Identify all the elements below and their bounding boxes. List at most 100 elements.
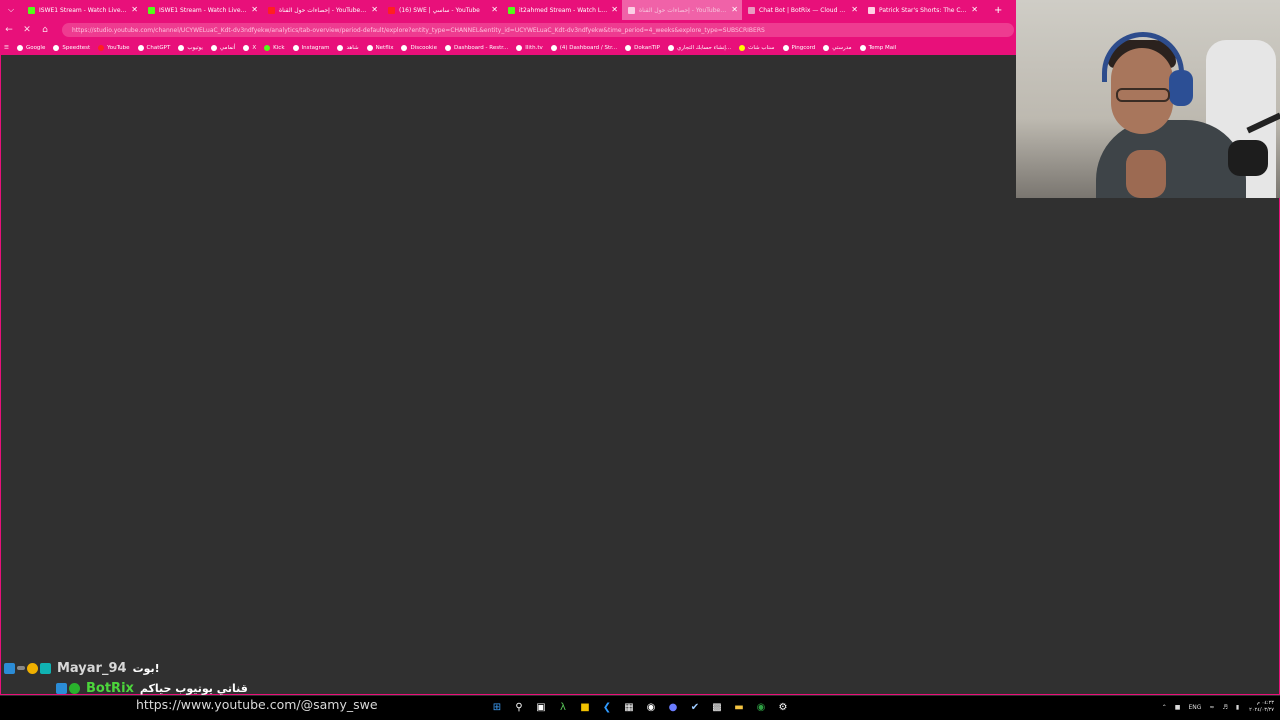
chrome-icon[interactable]: ◉ — [754, 700, 768, 714]
vscode-icon[interactable]: ❮ — [600, 700, 614, 714]
bookmark-label: يوتيوب — [187, 44, 203, 51]
bookmark-pingcord[interactable]: Pingcord — [782, 44, 815, 51]
settings-icon[interactable]: ⚙ — [776, 700, 790, 714]
chat-username: Mayar_94 — [57, 660, 127, 676]
tab-title: ISWE1 Stream - Watch Live on Kick — [39, 6, 128, 14]
tab-kick-3[interactable]: it2ahmed Stream - Watch Live on ✕ — [502, 0, 622, 20]
chat-message: BotRix قناتي يوتيوب حياكم — [4, 678, 404, 698]
netflix-icon — [366, 44, 373, 51]
google-icon — [16, 44, 23, 51]
bookmark-instagram[interactable]: Instagram — [292, 44, 330, 51]
tab-title: إحصاءات حول القناة - YouTube Studio — [279, 6, 368, 14]
bookmark-shahid[interactable]: شاهد — [337, 44, 359, 51]
bookmark-x[interactable]: X — [243, 44, 257, 51]
bookmark-kick[interactable]: Kick — [264, 44, 285, 51]
url-input[interactable]: https://studio.youtube.com/channel/UCYWE… — [62, 23, 1014, 37]
bookmark-dashboard-str[interactable]: (4) Dashboard / Str... — [550, 44, 618, 51]
bookmark-dokantip[interactable]: DokanTIP — [625, 44, 660, 51]
stop-loading-icon[interactable]: ✕ — [18, 25, 36, 35]
bookmark-speedtest[interactable]: Speedtest — [53, 44, 90, 51]
bookmark-label: Ilith.tv — [525, 44, 543, 51]
tab-title: Patrick Star's Shorts: The Color #A — [879, 6, 968, 14]
close-icon[interactable]: ✕ — [731, 4, 738, 16]
tab-strip: ⌵ ISWE1 Stream - Watch Live on Kick ✕ IS… — [0, 0, 1016, 20]
clock-time: ٠٤:٢٣ م — [1256, 700, 1274, 706]
headphone-earcup — [1169, 70, 1193, 106]
windows-icon[interactable]: ⊞ — [490, 700, 504, 714]
bookmark-youtube[interactable]: YouTube — [98, 44, 130, 51]
discookie-icon — [401, 44, 408, 51]
youtube-icon — [388, 6, 395, 14]
microphone-icon — [1228, 140, 1268, 176]
bookmark-anmami[interactable]: أنمامي — [210, 44, 235, 51]
bookmark-youtube-ar[interactable]: يوتيوب — [178, 44, 203, 51]
bookmark-label: شاهد — [346, 44, 359, 51]
badge-icon — [17, 666, 25, 670]
close-icon[interactable]: ✕ — [131, 4, 138, 16]
tab-youtube-studio[interactable]: إحصاءات حول القناة - YouTube Studio ✕ — [262, 0, 382, 20]
address-bar-row: ← ✕ ⌂ https://studio.youtube.com/channel… — [0, 20, 1016, 40]
bookmark-chatgpt[interactable]: ChatGPT — [137, 44, 170, 51]
channel-link-overlay: https://www.youtube.com/@samy_swe — [136, 697, 378, 712]
bookmark-label: Instagram — [301, 44, 330, 51]
app-icon[interactable]: ▦ — [622, 700, 636, 714]
bookmark-label: (4) Dashboard / Str... — [559, 44, 618, 51]
tab-patrick[interactable]: Patrick Star's Shorts: The Color #A ✕ — [862, 0, 982, 20]
network-icon[interactable]: ■ — [1175, 704, 1181, 711]
system-tray: ⌃ ■ ENG ≈ ♬ ▮ ٠٤:٢٣ م ٢٠٢٤/٠٣/٢٧ — [1154, 700, 1274, 714]
language-indicator[interactable]: ENG — [1188, 704, 1201, 711]
close-icon[interactable]: ✕ — [611, 4, 618, 16]
tab-kick-1[interactable]: ISWE1 Stream - Watch Live on Kick ✕ — [22, 0, 142, 20]
file-folder-icon[interactable]: ▬ — [732, 700, 746, 714]
app2-icon[interactable]: ◉ — [644, 700, 658, 714]
steam-icon[interactable]: ✔ — [688, 700, 702, 714]
close-icon[interactable]: ✕ — [491, 4, 498, 16]
url-text: https://studio.youtube.com/channel/UCYWE… — [72, 26, 765, 34]
chevron-up-icon[interactable]: ⌃ — [1162, 704, 1167, 711]
bookmark-discookie[interactable]: Discookie — [401, 44, 437, 51]
battery-icon[interactable]: ▮ — [1236, 704, 1239, 711]
bookmark-label: Netflix — [375, 44, 394, 51]
bookmark-snapchat[interactable]: سناب شات — [739, 44, 775, 51]
bookmark-tempmail[interactable]: Temp Mail — [859, 44, 897, 51]
clock[interactable]: ٠٤:٢٣ م ٢٠٢٤/٠٣/٢٧ — [1249, 700, 1274, 714]
patrick-icon — [868, 6, 875, 14]
dokantip-icon — [625, 44, 632, 51]
tab-search-icon[interactable]: ⌵ — [0, 0, 22, 20]
tab-youtube-studio-active[interactable]: إحصاءات حول القناة - YouTube Studio ✕ — [622, 0, 742, 20]
task-view-icon[interactable]: ▣ — [534, 700, 548, 714]
close-icon[interactable]: ✕ — [251, 4, 258, 16]
back-icon[interactable]: ← — [0, 25, 18, 35]
bookmark-google[interactable]: Google — [16, 44, 45, 51]
bookmark-label: X — [252, 44, 257, 51]
discord-icon[interactable]: ● — [666, 700, 680, 714]
terminal-icon[interactable]: λ — [556, 700, 570, 714]
search-icon[interactable]: ⚲ — [512, 700, 526, 714]
bookmark-label: إنشاء حسابك التجاري... — [676, 44, 732, 51]
tab-botrix[interactable]: Chat Bot | BotRix — Cloud Stream ✕ — [742, 0, 862, 20]
bookmark-icon — [210, 44, 217, 51]
tab-kick-2[interactable]: ISWE1 Stream - Watch Live on Kick ✕ — [142, 0, 262, 20]
shahid-icon — [337, 44, 344, 51]
new-tab-icon[interactable]: + — [994, 5, 1002, 16]
close-icon[interactable]: ✕ — [851, 4, 858, 16]
bookmark-madrasati[interactable]: مدرستي — [823, 44, 852, 51]
bookmark-label: سناب شات — [748, 44, 775, 51]
home-icon[interactable]: ⌂ — [36, 25, 54, 35]
bookmark-dashboard[interactable]: Dashboard - Restr... — [444, 44, 508, 51]
madrasati-icon — [823, 44, 830, 51]
close-icon[interactable]: ✕ — [371, 4, 378, 16]
close-icon[interactable]: ✕ — [971, 4, 978, 16]
volume-icon[interactable]: ♬ — [1222, 704, 1227, 711]
chat-text: بوت! — [132, 661, 160, 675]
wifi-icon[interactable]: ≈ — [1209, 704, 1214, 711]
bookmark-ilith[interactable]: Ilith.tv — [516, 44, 543, 51]
bookmark-business[interactable]: إنشاء حسابك التجاري... — [667, 44, 732, 51]
bookmark-label: Temp Mail — [868, 44, 897, 51]
tab-youtube[interactable]: (16) SWE | ساسي - YouTube ✕ — [382, 0, 502, 20]
notes-icon[interactable]: ■ — [578, 700, 592, 714]
bookmark-netflix[interactable]: Netflix — [366, 44, 394, 51]
webcam-overlay — [1016, 0, 1280, 198]
bookmarks-menu-icon[interactable]: ☰ — [4, 45, 9, 51]
explorer-icon[interactable]: ▩ — [710, 700, 724, 714]
